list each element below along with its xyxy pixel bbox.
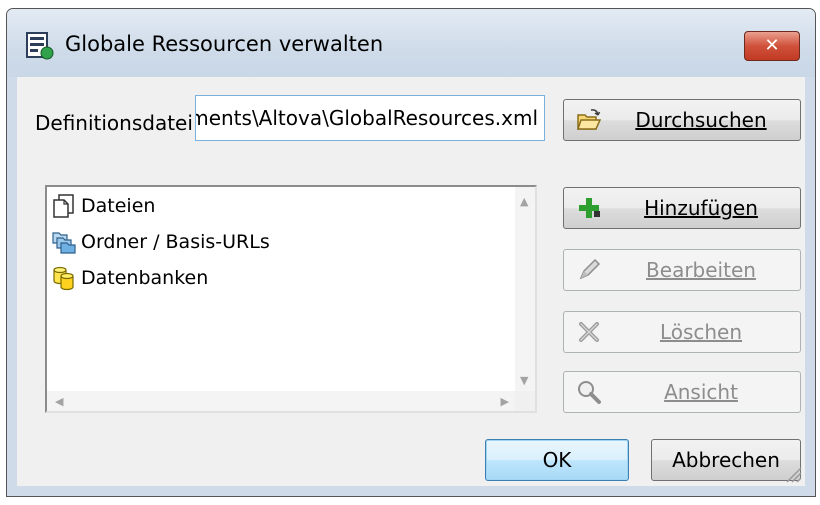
close-icon: ✕ xyxy=(764,35,780,56)
scroll-left-icon[interactable]: ◀ xyxy=(55,395,63,408)
cancel-button[interactable]: Abbrechen xyxy=(651,439,801,481)
delete-label: Löschen xyxy=(659,320,743,344)
edit-button[interactable]: Bearbeiten xyxy=(563,249,801,291)
view-button[interactable]: Ansicht xyxy=(563,371,801,413)
dialog-body: Definitionsdatei: ments\Altova\GlobalRes… xyxy=(17,77,805,486)
ok-label: OK xyxy=(542,448,572,472)
resize-grip-icon[interactable] xyxy=(781,462,803,484)
browse-label: Durchsuchen xyxy=(635,108,767,132)
definition-file-field[interactable]: ments\Altova\GlobalResources.xml xyxy=(195,95,545,141)
files-icon xyxy=(53,194,74,218)
edit-label: Bearbeiten xyxy=(646,258,756,282)
tree-item-databases[interactable]: Datenbanken xyxy=(51,263,208,293)
ok-button[interactable]: OK xyxy=(485,439,629,481)
vertical-scrollbar[interactable]: ▲ ▼ xyxy=(515,187,535,391)
tree-item-label: Ordner / Basis-URLs xyxy=(81,231,270,253)
view-label: Ansicht xyxy=(664,380,738,404)
delete-button[interactable]: Löschen xyxy=(563,311,801,353)
tree-item-label: Dateien xyxy=(81,195,156,217)
tree-item-files[interactable]: Dateien xyxy=(51,191,155,221)
resource-tree[interactable]: Dateien Ordner / Basis-URLs Datenbanken xyxy=(45,185,537,413)
cancel-label: Abbrechen xyxy=(672,448,780,472)
dialog-window: Globale Ressourcen verwalten ✕ Definitio… xyxy=(6,8,816,497)
add-icon xyxy=(579,198,600,218)
horizontal-scrollbar[interactable]: ◀ ▶ xyxy=(47,391,515,411)
close-button[interactable]: ✕ xyxy=(744,31,800,61)
add-label: Hinzufügen xyxy=(644,196,758,220)
delete-icon xyxy=(579,322,599,342)
add-button[interactable]: Hinzufügen xyxy=(563,187,801,229)
pencil-icon xyxy=(579,258,601,280)
open-folder-icon xyxy=(576,109,602,130)
folders-icon xyxy=(52,232,76,254)
tree-item-folders[interactable]: Ordner / Basis-URLs xyxy=(51,227,270,257)
browse-button[interactable]: Durchsuchen xyxy=(563,99,801,141)
databases-icon xyxy=(53,266,74,291)
definition-file-label: Definitionsdatei: xyxy=(35,111,200,135)
tree-item-label: Datenbanken xyxy=(81,267,209,289)
scroll-down-icon[interactable]: ▼ xyxy=(520,374,528,387)
window-title: Globale Ressourcen verwalten xyxy=(65,32,384,56)
magnifier-icon xyxy=(578,381,601,404)
app-icon xyxy=(26,32,54,60)
scroll-right-icon[interactable]: ▶ xyxy=(501,395,509,408)
title-bar[interactable]: Globale Ressourcen verwalten ✕ xyxy=(7,9,815,77)
scroll-up-icon[interactable]: ▲ xyxy=(520,195,528,208)
scrollbar-corner xyxy=(515,391,535,411)
